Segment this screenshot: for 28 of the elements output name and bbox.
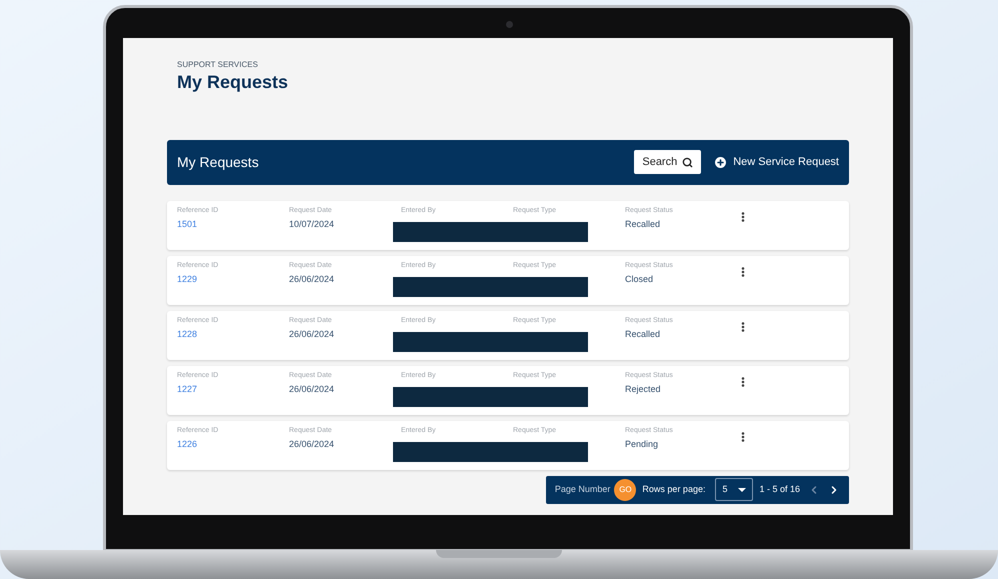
reference-link[interactable]: 1501 [177,218,198,231]
request-date: 26/06/2024 [289,382,334,396]
plus-icon [713,154,728,170]
panel-title: My Requests [177,152,260,172]
search-icon [682,156,694,168]
reference-link[interactable]: 1229 [177,272,198,286]
request-date: 10/07/2024 [289,218,334,230]
request-status: Closed [625,272,654,286]
request-status: Rejected [625,382,661,396]
request-status: Recalled [625,218,660,230]
reference-link[interactable]: 1228 [177,328,198,341]
page-number-label: Page Number [554,482,610,496]
new-request-button[interactable]: New Service Request [713,154,839,170]
page-title: My Requests [177,71,290,94]
rows-per-page-label: Rows per page: [642,482,706,496]
request-date: 26/06/2024 [289,438,334,450]
reference-link[interactable]: 1226 [177,438,198,451]
caret-icon [738,488,746,492]
search-button[interactable]: Search [634,150,702,174]
rows-dropdown[interactable]: 5 [715,478,754,501]
reference-link[interactable]: 1227 [177,382,198,396]
request-status: Recalled [625,328,660,340]
request-status: Pending [625,438,658,451]
request-date: 26/06/2024 [289,272,334,286]
eyebrow-text: SUPPORT SERVICES [177,61,259,69]
request-date: 26/06/2024 [289,328,334,340]
page-range: 1 - 5 of 16 [759,482,800,496]
camera-icon [506,21,513,28]
